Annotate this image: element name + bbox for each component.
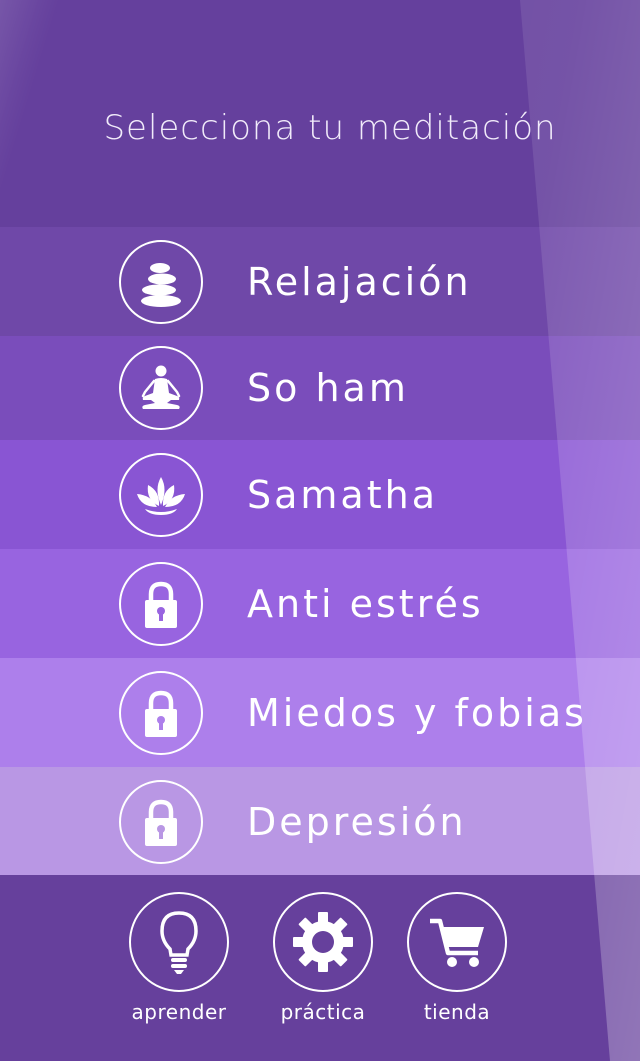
nav-tienda[interactable]: tienda: [406, 892, 508, 1024]
meditation-item-depresion[interactable]: Depresión: [0, 767, 640, 876]
nav-aprender[interactable]: aprender: [128, 892, 230, 1024]
page-title: Selecciona tu meditación: [103, 108, 557, 148]
lock-icon: [119, 561, 203, 646]
meditation-label: Miedos y fobias: [247, 690, 587, 735]
meditation-label: Depresión: [247, 799, 467, 844]
lock-icon: [119, 779, 203, 864]
lightbulb-icon: [129, 892, 229, 992]
nav-practica[interactable]: práctica: [272, 892, 374, 1024]
meditation-item-miedos-y-fobias[interactable]: Miedos y fobias: [0, 658, 640, 767]
nav-label: tienda: [423, 1000, 491, 1024]
gear-icon: [273, 892, 373, 992]
meditation-label: Anti estrés: [247, 581, 484, 626]
nav-label: práctica: [280, 1000, 366, 1024]
nav-label: aprender: [131, 1000, 227, 1024]
lotus-icon: [119, 452, 203, 537]
lock-icon: [119, 670, 203, 755]
meditation-item-relajacion[interactable]: Relajación: [0, 227, 640, 336]
meditation-pose-icon: [119, 346, 203, 430]
meditation-label: Relajación: [247, 259, 472, 304]
meditation-label: Samatha: [247, 472, 438, 517]
meditation-select-screen: Selecciona tu meditación Relajación So h…: [0, 0, 640, 1061]
stones-icon: [119, 239, 203, 324]
meditation-item-anti-estres[interactable]: Anti estrés: [0, 549, 640, 658]
meditation-list: Relajación So ham Samatha Anti estrés Mi…: [0, 227, 640, 876]
meditation-label: So ham: [247, 366, 409, 410]
meditation-item-so-ham[interactable]: So ham: [0, 336, 640, 440]
cart-icon: [407, 892, 507, 992]
meditation-item-samatha[interactable]: Samatha: [0, 440, 640, 549]
bottom-nav: aprender práctica tienda: [0, 875, 640, 1061]
